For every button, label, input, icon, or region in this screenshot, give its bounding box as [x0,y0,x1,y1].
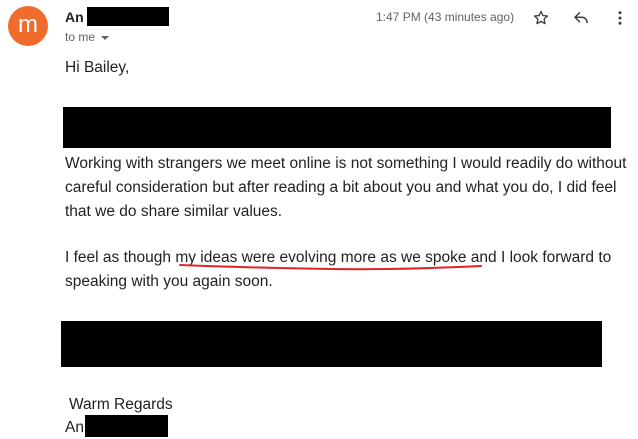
email-view: m An to me 1:47 PM (43 minutes ago) Hi B… [0,0,638,439]
redacted-paragraph-2 [61,321,602,367]
reply-button[interactable] [569,6,593,30]
star-button[interactable] [529,6,553,30]
email-greeting: Hi Bailey, [65,59,130,76]
email-paragraph-1: Working with strangers we meet online is… [65,155,627,220]
redacted-sender-name [87,7,169,26]
email-closing: Warm Regards [69,396,173,413]
recipient-label: to me [65,30,96,44]
paragraph-2-start: I feel as though [65,249,176,266]
more-options-button[interactable] [608,6,632,30]
redacted-signature-name [85,415,168,437]
sender-name[interactable]: An [65,9,84,25]
red-underline-annotation [179,264,482,271]
reply-icon [574,12,588,24]
message-timestamp: 1:47 PM (43 minutes ago) [376,10,515,24]
recipient-details-toggle[interactable]: to me [65,30,110,44]
sender-avatar[interactable]: m [8,6,48,46]
more-vert-icon [618,11,622,25]
chevron-down-icon [101,35,110,40]
star-icon [533,10,549,25]
redacted-paragraph-1 [63,107,611,148]
email-signature: An [65,419,84,436]
